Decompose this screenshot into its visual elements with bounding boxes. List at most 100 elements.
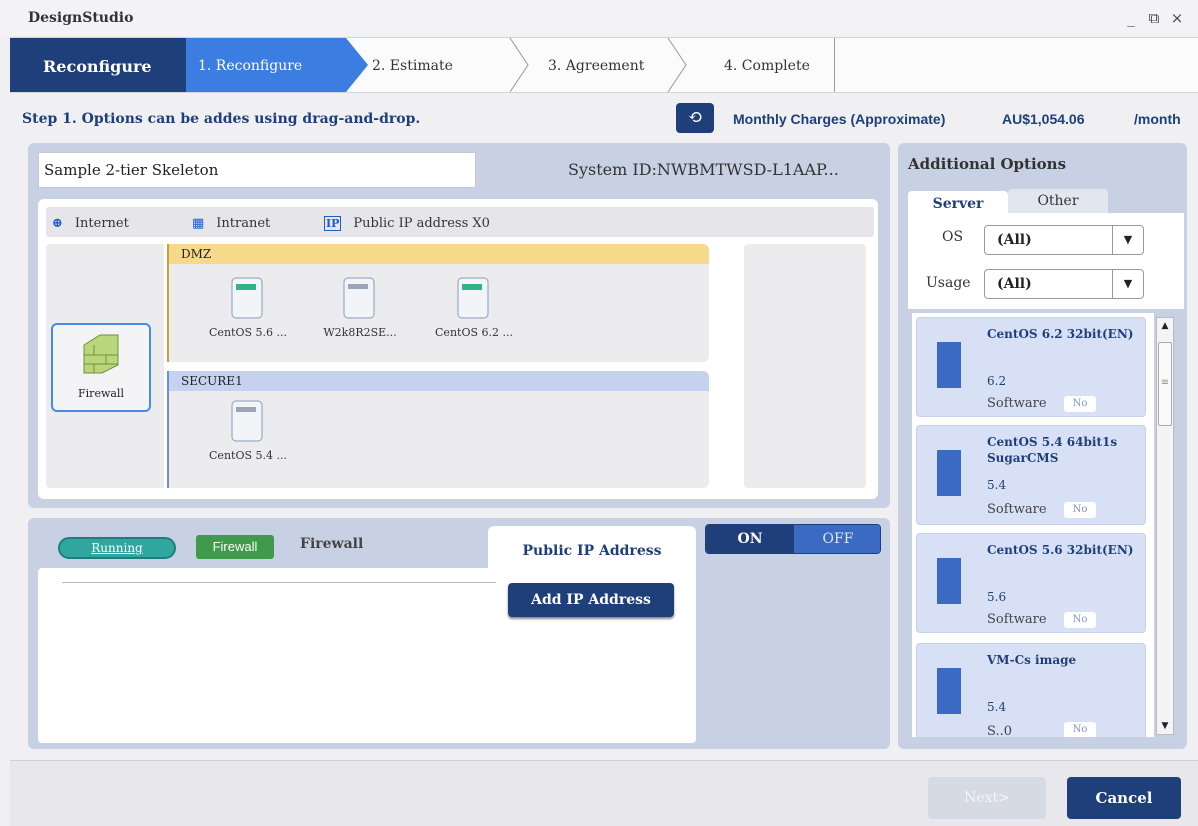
wizard-bar: Reconfigure 1. Reconfigure 2. Estimate 3… [10, 37, 1198, 93]
item-version: 5.4 [987, 700, 1007, 714]
tab-public-ip-address[interactable]: Public IP Address [488, 526, 696, 570]
usage-label: Usage [926, 275, 971, 291]
server-icon [937, 450, 961, 496]
item-badge: No [1064, 502, 1096, 518]
restore-icon[interactable]: ⧉ [1143, 6, 1165, 30]
server-node[interactable]: CentOS 5.6 ... [203, 274, 293, 339]
firewall-node-label: Firewall [78, 387, 124, 400]
system-id: System ID:NWBMTWSD-L1AAP... [568, 160, 839, 179]
resource-name: Firewall [300, 536, 364, 552]
type-badge: Firewall [196, 535, 274, 559]
options-scrollbar[interactable]: ▲ ≡ ▼ [1156, 317, 1174, 735]
list-item[interactable]: VM-Cs image 5.4 S..0 No [916, 643, 1146, 737]
add-ip-address-button[interactable]: Add IP Address [508, 583, 674, 617]
refresh-charges-button[interactable]: ⟲ [676, 103, 714, 133]
monthly-charges-label: Monthly Charges (Approximate) [733, 111, 946, 127]
app-title: DesignStudio [28, 10, 134, 26]
list-item[interactable]: CentOS 5.4 64bit1s SugarCMS 5.4 Software… [916, 425, 1146, 525]
globe-icon: ⊕ [52, 216, 63, 231]
item-category: Software [987, 502, 1047, 517]
scroll-down-icon[interactable]: ▼ [1157, 718, 1173, 734]
step-estimate: 2. Estimate [372, 58, 453, 74]
usage-select[interactable]: (All) ▼ [984, 269, 1144, 299]
ip-icon: IP [324, 216, 342, 231]
item-name: CentOS 5.4 64bit1s SugarCMS [987, 435, 1118, 465]
network-public-ip: IP Public IP address X0 [324, 216, 490, 231]
step-arrow-active [346, 38, 368, 92]
system-panel: Sample 2-tier Skeleton System ID:NWBMTWS… [28, 143, 890, 508]
cancel-button[interactable]: Cancel [1067, 777, 1181, 819]
monthly-charges-amount: AU$1,054.06 [1002, 111, 1085, 127]
status-badge: Running [58, 537, 176, 559]
step-divider-2 [667, 38, 687, 92]
wizard-title: Reconfigure [10, 38, 186, 92]
segment-secure1: SECURE1 CentOS 5.4 ... [167, 371, 709, 488]
server-label: CentOS 5.4 ... [209, 449, 287, 462]
public-ip-content: Add IP Address [38, 568, 696, 743]
server-node[interactable]: CentOS 6.2 ... [429, 274, 519, 339]
usage-select-value: (All) [997, 276, 1032, 292]
item-category: Software [987, 396, 1047, 411]
network-internet: ⊕ Internet [52, 216, 129, 231]
server-node[interactable]: CentOS 5.4 ... [203, 397, 293, 462]
item-badge: No [1064, 722, 1096, 737]
server-icon [937, 558, 961, 604]
system-name-field[interactable]: Sample 2-tier Skeleton [38, 152, 476, 188]
network-intranet: ▦ Intranet [192, 216, 270, 231]
server-label: CentOS 6.2 ... [435, 326, 513, 339]
toggle-off[interactable]: OFF [794, 525, 880, 553]
step-reconfigure: 1. Reconfigure [186, 38, 346, 92]
item-category: S..0 [987, 724, 1012, 737]
close-icon[interactable]: × [1166, 6, 1188, 30]
title-bar: DesignStudio _ ⧉ × [0, 0, 1198, 36]
item-version: 6.2 [987, 374, 1007, 388]
monthly-charges-unit: /month [1134, 111, 1181, 127]
scroll-thumb[interactable]: ≡ [1158, 342, 1172, 426]
server-icon [937, 342, 961, 388]
toggle-on[interactable]: ON [706, 525, 794, 553]
server-icon [937, 668, 961, 714]
chevron-down-icon: ▼ [1112, 270, 1143, 298]
network-canvas: ⊕ Internet ▦ Intranet IP Public IP address … [38, 199, 878, 499]
segment-dmz: DMZ CentOS 5.6 ... W2k8R2SE... CentOS 6.… [167, 244, 709, 362]
list-item[interactable]: CentOS 6.2 32bit(EN) 6.2 Software No [916, 317, 1146, 417]
item-name: CentOS 5.6 32bit(EN) [987, 543, 1134, 557]
step-divider-3 [834, 38, 835, 92]
step-instruction: Step 1. Options can be addes using drag-… [22, 111, 421, 127]
server-icon [343, 277, 375, 319]
chevron-down-icon: ▼ [1112, 226, 1143, 254]
item-version: 5.4 [987, 478, 1007, 492]
scroll-up-icon[interactable]: ▲ [1157, 318, 1173, 334]
drop-zone[interactable] [744, 244, 866, 488]
item-badge: No [1064, 612, 1096, 628]
building-icon: ▦ [192, 216, 205, 231]
refresh-icon: ⟲ [687, 107, 703, 128]
server-node[interactable]: W2k8R2SE... [315, 274, 405, 339]
dmz-label: DMZ [169, 244, 709, 264]
item-category: Software [987, 612, 1047, 627]
tab-other[interactable]: Other [1008, 189, 1108, 215]
secure1-label: SECURE1 [169, 371, 709, 391]
server-label: W2k8R2SE... [323, 326, 397, 339]
os-select[interactable]: (All) ▼ [984, 225, 1144, 255]
step-agreement: 3. Agreement [548, 58, 645, 74]
item-version: 5.6 [987, 590, 1007, 604]
os-label: OS [942, 229, 964, 245]
item-name: VM-Cs image [987, 653, 1077, 667]
next-button[interactable]: Next> [928, 777, 1046, 819]
minimize-icon[interactable]: _ [1120, 6, 1142, 30]
power-toggle[interactable]: ON OFF [705, 524, 881, 554]
list-item[interactable]: CentOS 5.6 32bit(EN) 5.6 Software No [916, 533, 1146, 633]
public-ip-label: Public IP address X0 [353, 216, 490, 231]
server-icon [231, 277, 263, 319]
server-icon [231, 400, 263, 442]
additional-options-panel: Additional Options Other Server OS (All)… [898, 143, 1187, 749]
server-label: CentOS 5.6 ... [209, 326, 287, 339]
step-divider-1 [509, 38, 529, 92]
firewall-node[interactable]: Firewall [51, 323, 151, 412]
intranet-label: Intranet [216, 216, 271, 231]
step-complete: 4. Complete [724, 58, 810, 74]
divider [62, 582, 496, 583]
options-list: CentOS 6.2 32bit(EN) 6.2 Software No Cen… [912, 313, 1154, 737]
detail-panel: Running Firewall Firewall Public IP Addr… [28, 518, 890, 749]
